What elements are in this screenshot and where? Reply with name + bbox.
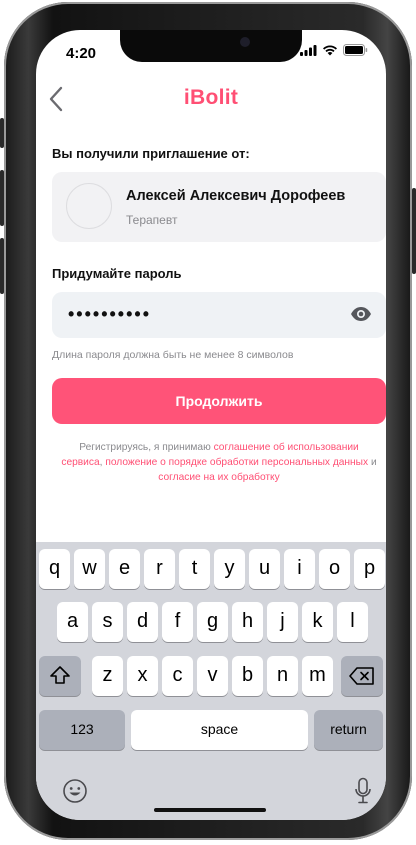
terms-link-consent[interactable]: согласие на их обработку <box>158 472 279 483</box>
key-f[interactable]: f <box>162 602 193 642</box>
key-w[interactable]: w <box>74 549 105 589</box>
key-u[interactable]: u <box>249 549 280 589</box>
inviter-card: Алексей Алексевич Дорофеев Терапевт <box>52 172 386 242</box>
side-button <box>0 118 4 148</box>
key-b[interactable]: b <box>232 656 263 696</box>
key-t[interactable]: t <box>179 549 210 589</box>
shift-key[interactable] <box>39 656 81 696</box>
key-a[interactable]: a <box>57 602 88 642</box>
emoji-icon[interactable] <box>62 778 88 804</box>
wifi-icon <box>323 45 337 55</box>
key-o[interactable]: o <box>319 549 350 589</box>
password-hint: Длина пароля должна быть не менее 8 симв… <box>52 349 294 361</box>
space-key[interactable]: space <box>131 710 308 750</box>
key-p[interactable]: p <box>354 549 385 589</box>
notch <box>120 30 302 62</box>
return-key[interactable]: return <box>314 710 383 750</box>
key-g[interactable]: g <box>197 602 228 642</box>
power-button <box>412 188 416 274</box>
key-d[interactable]: d <box>127 602 158 642</box>
key-l[interactable]: l <box>337 602 368 642</box>
cellular-signal-icon <box>300 44 317 56</box>
camera-icon <box>240 37 250 47</box>
terms-separator: и <box>368 457 377 468</box>
key-r[interactable]: r <box>144 549 175 589</box>
eye-icon[interactable] <box>350 306 372 322</box>
key-c[interactable]: c <box>162 656 193 696</box>
status-icons <box>300 44 368 56</box>
keyboard: q w e r t y u i o p a s d f g h j k l z … <box>36 542 386 820</box>
inviter-name: Алексей Алексевич Дорофеев <box>126 188 346 204</box>
numbers-key[interactable]: 123 <box>39 710 125 750</box>
key-j[interactable]: j <box>267 602 298 642</box>
key-e[interactable]: e <box>109 549 140 589</box>
key-z[interactable]: z <box>92 656 123 696</box>
battery-icon <box>343 44 368 56</box>
shift-icon <box>50 666 70 684</box>
inviter-role: Терапевт <box>126 213 178 227</box>
status-time: 4:20 <box>66 45 97 62</box>
screen: 4:20 iBolit Вы получили приглашение от: … <box>36 30 386 820</box>
volume-down-button <box>0 238 4 294</box>
app-logo: iBolit <box>183 86 239 109</box>
key-y[interactable]: y <box>214 549 245 589</box>
key-k[interactable]: k <box>302 602 333 642</box>
delete-key[interactable] <box>341 656 383 696</box>
key-x[interactable]: x <box>127 656 158 696</box>
key-m[interactable]: m <box>302 656 333 696</box>
continue-button[interactable]: Продолжить <box>52 378 386 424</box>
invitation-label: Вы получили приглашение от: <box>52 146 250 161</box>
terms-text: Регистрируясь, я принимаю соглашение об … <box>58 440 380 485</box>
home-indicator[interactable] <box>154 808 266 812</box>
key-q[interactable]: q <box>39 549 70 589</box>
key-v[interactable]: v <box>197 656 228 696</box>
key-s[interactable]: s <box>92 602 123 642</box>
key-i[interactable]: i <box>284 549 315 589</box>
password-field[interactable]: •••••••••• <box>52 292 386 338</box>
key-h[interactable]: h <box>232 602 263 642</box>
terms-link-data-policy[interactable]: положение о порядке обработки персональн… <box>105 457 368 468</box>
terms-prefix: Регистрируясь, я принимаю <box>79 442 214 453</box>
volume-up-button <box>0 170 4 226</box>
microphone-icon[interactable] <box>354 777 372 805</box>
password-label: Придумайте пароль <box>52 266 182 281</box>
backspace-icon <box>349 667 374 685</box>
key-n[interactable]: n <box>267 656 298 696</box>
password-value[interactable]: •••••••••• <box>68 304 151 325</box>
avatar <box>66 183 112 229</box>
